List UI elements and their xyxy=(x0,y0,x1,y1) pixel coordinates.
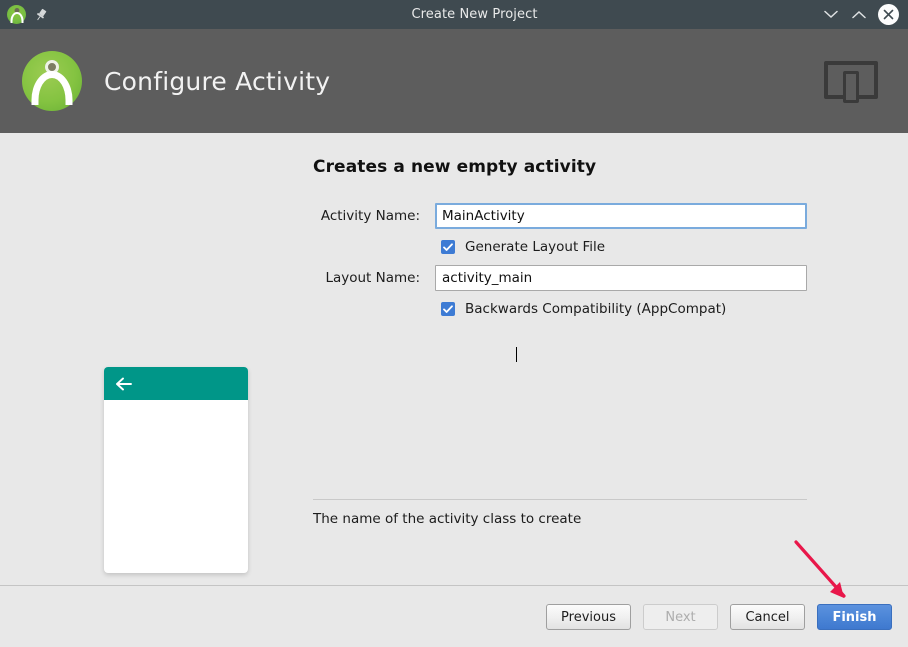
finish-button[interactable]: Finish xyxy=(817,604,892,630)
backwards-compat-checkbox-row[interactable]: Backwards Compatibility (AppCompat) xyxy=(441,301,813,317)
chevron-up-icon[interactable] xyxy=(850,6,867,23)
dialog-header: Configure Activity xyxy=(0,29,908,133)
preview-app-bar xyxy=(104,367,248,400)
activity-config-form: Creates a new empty activity Activity Na… xyxy=(313,157,813,327)
window-title: Create New Project xyxy=(411,7,538,22)
page-title: Configure Activity xyxy=(104,66,331,96)
form-heading: Creates a new empty activity xyxy=(313,157,597,177)
help-divider xyxy=(313,499,807,500)
create-new-project-dialog: Create New Project Configure Activity Cr… xyxy=(0,0,908,647)
cancel-button[interactable]: Cancel xyxy=(730,604,805,630)
chevron-down-icon[interactable] xyxy=(822,6,839,23)
layout-name-input[interactable] xyxy=(435,265,807,291)
android-studio-logo xyxy=(22,51,82,111)
arrow-left-icon xyxy=(115,377,132,391)
title-bar-left-icons xyxy=(0,5,127,24)
pin-icon[interactable] xyxy=(34,8,48,22)
generate-layout-checkbox[interactable] xyxy=(441,240,455,254)
next-button: Next xyxy=(643,604,718,630)
footer-button-group: Previous Next Cancel Finish xyxy=(546,604,892,630)
previous-button[interactable]: Previous xyxy=(546,604,631,630)
activity-name-input[interactable] xyxy=(435,203,807,229)
tablet-phone-template-icon xyxy=(824,59,878,103)
layout-name-row: Layout Name: xyxy=(313,265,813,291)
activity-name-label: Activity Name: xyxy=(320,208,420,224)
generate-layout-label: Generate Layout File xyxy=(465,239,606,255)
dialog-footer: Previous Next Cancel Finish xyxy=(0,586,908,647)
window-controls xyxy=(822,4,908,25)
title-bar: Create New Project xyxy=(0,0,908,29)
phone-shape xyxy=(843,71,859,103)
android-studio-icon xyxy=(7,5,26,24)
activity-name-row: Activity Name: xyxy=(313,203,813,229)
activity-template-preview xyxy=(104,367,248,573)
close-icon[interactable] xyxy=(878,4,899,25)
layout-name-label: Layout Name: xyxy=(325,270,420,286)
text-cursor xyxy=(516,347,517,362)
backwards-compat-checkbox[interactable] xyxy=(441,302,455,316)
dialog-body: Creates a new empty activity Activity Na… xyxy=(0,133,908,585)
help-text: The name of the activity class to create xyxy=(313,511,582,527)
backwards-compat-label: Backwards Compatibility (AppCompat) xyxy=(465,301,727,317)
generate-layout-checkbox-row[interactable]: Generate Layout File xyxy=(441,239,813,255)
